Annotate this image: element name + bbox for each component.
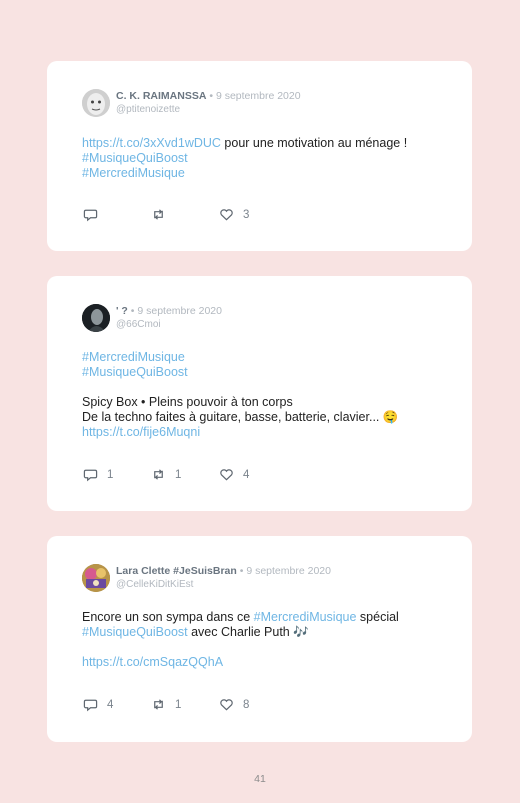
hashtag[interactable]: #MercrediMusique <box>254 610 357 624</box>
retweet-button[interactable]: 1 <box>151 467 181 482</box>
reply-button[interactable]: 4 <box>83 697 113 712</box>
hashtag[interactable]: #MercrediMusique <box>82 166 185 180</box>
heart-icon <box>220 699 233 711</box>
heart-icon <box>220 209 233 221</box>
retweet-icon <box>154 469 163 480</box>
retweet-icon <box>154 209 163 220</box>
tweet-link[interactable]: https://t.co/3xXvd1wDUC <box>82 136 221 150</box>
like-button[interactable]: 4 <box>219 467 249 482</box>
hashtag[interactable]: #MusiqueQuiBoost <box>82 365 188 379</box>
tweet-line: De la techno faites à guitare, basse, ba… <box>82 410 399 424</box>
tweet-text: https://t.co/3xXvd1wDUC pour une motivat… <box>82 136 442 181</box>
reply-icon <box>83 469 98 482</box>
author-name[interactable]: ' ? <box>116 305 128 317</box>
avatar[interactable] <box>82 304 110 332</box>
reply-count: 1 <box>107 468 114 481</box>
tweet-card-3: Lara Clette #JeSuisBran • 9 septembre 20… <box>47 536 472 742</box>
retweet-button[interactable] <box>151 207 175 222</box>
like-count: 4 <box>243 468 250 481</box>
tweet-line: Spicy Box • Pleins pouvoir à ton corps <box>82 395 293 409</box>
tweet-card-2: ' ? • 9 septembre 2020 @66Cmoi #Mercredi… <box>47 276 472 511</box>
reply-button[interactable]: 1 <box>83 467 113 482</box>
author-name[interactable]: Lara Clette #JeSuisBran <box>116 565 237 577</box>
tweet-header: Lara Clette #JeSuisBran • 9 septembre 20… <box>116 565 331 591</box>
tweet-text-part: Encore un son sympa dans ce <box>82 610 254 624</box>
page-number: 41 <box>254 773 266 785</box>
tweet-link[interactable]: https://t.co/cmSqazQQhA <box>82 655 223 669</box>
hashtag[interactable]: #MusiqueQuiBoost <box>82 151 188 165</box>
tweet-text-part: avec Charlie Puth <box>187 625 294 639</box>
tweet-text-part: pour une motivation au ménage ! <box>220 136 408 150</box>
author-handle[interactable]: @66Cmoi <box>116 318 222 331</box>
reply-icon <box>83 699 98 712</box>
tweet-header: C. K. RAIMANSSA • 9 septembre 2020 @ptit… <box>116 90 301 116</box>
hashtag[interactable]: #MercrediMusique <box>82 350 185 364</box>
separator: • <box>206 90 216 102</box>
music-notes-icon: 🎶 <box>293 625 309 639</box>
retweet-count: 1 <box>175 698 182 711</box>
author-handle[interactable]: @CelleKiDitKiEst <box>116 578 331 591</box>
retweet-icon <box>154 699 163 710</box>
avatar[interactable] <box>82 564 110 592</box>
tweet-text: Encore un son sympa dans ce #MercrediMus… <box>82 610 442 670</box>
separator: • <box>127 305 138 317</box>
tweet-link[interactable]: https://t.co/fije6Muqni <box>82 425 200 439</box>
retweet-button[interactable]: 1 <box>151 697 181 712</box>
retweet-count: 1 <box>175 468 182 481</box>
tweet-card-1: C. K. RAIMANSSA • 9 septembre 2020 @ptit… <box>47 61 472 251</box>
tweet-date[interactable]: 9 septembre 2020 <box>216 90 301 102</box>
hashtag[interactable]: #MusiqueQuiBoost <box>82 625 188 639</box>
reply-icon <box>83 209 98 222</box>
tweet-text: #MercrediMusique #MusiqueQuiBoost Spicy … <box>82 350 442 440</box>
reply-button[interactable] <box>83 207 107 222</box>
author-handle[interactable]: @ptitenoizette <box>116 103 301 116</box>
like-button[interactable]: 3 <box>219 207 249 222</box>
separator: • <box>236 565 247 577</box>
heart-icon <box>220 469 233 481</box>
like-count: 3 <box>243 208 250 221</box>
tweet-header: ' ? • 9 septembre 2020 @66Cmoi <box>116 305 222 331</box>
author-name[interactable]: C. K. RAIMANSSA <box>116 90 206 102</box>
reply-count: 4 <box>107 698 114 711</box>
tweet-text-part: spécial <box>356 610 399 624</box>
tweet-date[interactable]: 9 septembre 2020 <box>246 565 331 577</box>
like-button[interactable]: 8 <box>219 697 249 712</box>
like-count: 8 <box>243 698 250 711</box>
avatar[interactable] <box>82 89 110 117</box>
tweet-date[interactable]: 9 septembre 2020 <box>137 305 222 317</box>
